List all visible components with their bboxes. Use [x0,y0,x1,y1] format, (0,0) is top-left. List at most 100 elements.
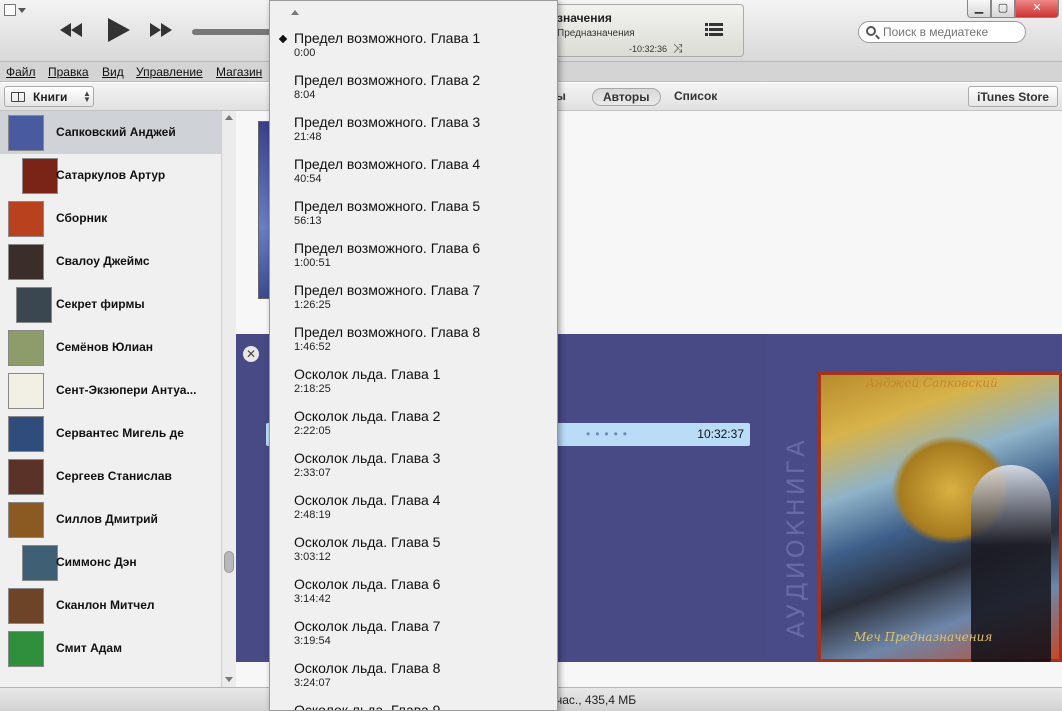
sidebar-item-author[interactable]: Симмонс Дэн [0,541,221,584]
tab-authors[interactable]: Авторы [592,88,661,106]
author-name: Сборник [56,211,108,225]
author-list-scrollbar[interactable] [221,111,236,687]
sidebar-item-author[interactable]: Силлов Дмитрий [0,498,221,541]
sidebar-item-author[interactable]: Сент-Экзюпери Антуа... [0,369,221,412]
chapter-item[interactable]: Предел возможного. Глава 4 40:54 [270,156,557,198]
tab-list[interactable]: Список [664,88,727,106]
author-thumbnail [8,244,44,280]
sidebar-item-author[interactable]: Свалоу Джеймс [0,240,221,283]
chapter-item[interactable]: Осколок льда. Глава 1 2:18:25 [270,366,557,408]
close-detail-icon[interactable]: ✕ [243,346,259,362]
chapter-item[interactable]: Предел возможного. Глава 5 56:13 [270,198,557,240]
now-playing-title: значения [557,11,612,25]
chapter-item[interactable]: Осколок льда. Глава 5 3:03:12 [270,534,557,576]
search-icon [866,26,876,36]
menu-controls[interactable]: Управление [136,65,203,79]
sidebar-item-author[interactable]: Смит Адам [0,627,221,670]
author-name: Сент-Экзюпери Антуа... [56,383,197,397]
sidebar-item-author[interactable]: Сервантес Мигель де [0,412,221,455]
chapter-item[interactable]: Осколок льда. Глава 6 3:14:42 [270,576,557,618]
chapter-title: Предел возможного. Глава 2 [294,72,481,88]
author-list: Сапковский Анджей Сатаркулов Артур Сборник… [0,111,221,687]
shuffle-icon[interactable]: ⤨ [673,41,683,56]
chapter-title: Осколок льда. Глава 3 [294,450,441,466]
play-button[interactable] [104,16,134,46]
chapter-item[interactable]: Осколок льда. Глава 4 2:48:19 [270,492,557,534]
up-next-list-icon[interactable] [705,23,723,37]
menu-file[interactable]: Файл [6,65,36,79]
chapter-title: Предел возможного. Глава 1 [294,30,481,46]
maximize-button[interactable]: ▢ [991,0,1015,18]
chapter-start-time: 1:00:51 [294,257,331,269]
chapter-title: Предел возможного. Глава 3 [294,114,481,130]
rewind-button[interactable] [58,16,90,44]
minimize-button[interactable]: ▁ [967,0,991,18]
fast-forward-button[interactable] [146,16,178,44]
chapter-title: Предел возможного. Глава 7 [294,282,481,298]
volume-slider[interactable] [192,29,272,35]
itunes-store-button[interactable]: iTunes Store [968,86,1058,107]
author-name: Секрет фирмы [56,297,145,311]
chapter-title: Осколок льда. Глава 5 [294,534,441,550]
chapter-item[interactable]: Осколок льда. Глава 8 3:24:07 [270,660,557,702]
scroll-up-icon[interactable] [225,115,233,120]
chapter-item[interactable]: Предел возможного. Глава 7 1:26:25 [270,282,557,324]
now-playing-display[interactable]: значения Предназначения -10:32:36 ⤨ [530,4,744,57]
author-thumbnail [8,330,44,366]
cover-illustration [818,372,1062,662]
sidebar-item-author[interactable]: Сборник [0,197,221,240]
chapter-title: Предел возможного. Глава 4 [294,156,481,172]
search-input[interactable] [883,24,1023,40]
chapter-item[interactable]: Осколок льда. Глава 7 3:19:54 [270,618,557,660]
author-thumbnail [22,545,58,581]
chapter-title: Предел возможного. Глава 8 [294,324,481,340]
sidebar-item-author[interactable]: Семёнов Юлиан [0,326,221,369]
cover-title: Меч Предназначения [854,630,993,644]
chapter-start-time: 3:14:42 [294,593,331,605]
author-name: Сергеев Станислав [56,469,172,483]
scroll-up-icon[interactable] [291,10,299,15]
author-thumbnail [8,416,44,452]
chapter-start-time: 1:46:52 [294,341,331,353]
close-window-button[interactable]: ✕ [1015,0,1059,18]
sidebar-item-author[interactable]: Сапковский Анджей [0,111,221,154]
scroll-down-icon[interactable] [225,677,233,682]
chapter-start-time: 40:54 [294,173,322,185]
chapter-title: Предел возможного. Глава 5 [294,198,481,214]
search-box[interactable] [858,21,1026,43]
album-cover: АУДИОКНИГА Анджей Сапковский Меч Предназ… [766,334,1062,662]
author-name: Сапковский Анджей [56,125,176,139]
chapter-start-time: 2:33:07 [294,467,331,479]
maximize-icon: ▢ [997,2,1009,14]
library-size-status: час., 435,4 МБ [556,693,637,707]
menu-store[interactable]: Магазин [216,65,262,79]
chapter-item[interactable]: Предел возможного. Глава 2 8:04 [270,72,557,114]
chapter-item[interactable]: Предел возможного. Глава 1 0:00 [270,30,557,72]
sidebar-item-author[interactable]: Сатаркулов Артур [0,154,221,197]
chapter-item[interactable]: Осколок льда. Глава 9 [270,702,557,710]
chapter-start-time: 0:00 [294,47,316,59]
remaining-time: -10:32:36 [629,44,668,54]
system-menu-icon[interactable] [4,4,28,18]
sidebar-item-author[interactable]: Сканлон Митчел [0,584,221,627]
sidebar-item-author[interactable]: Секрет фирмы [0,283,221,326]
chapter-item[interactable]: Предел возможного. Глава 3 21:48 [270,114,557,156]
menu-view[interactable]: Вид [102,65,124,79]
close-icon: ✕ [1032,2,1042,14]
menu-edit[interactable]: Правка [48,65,89,79]
author-thumbnail [16,287,52,323]
chapter-item[interactable]: Предел возможного. Глава 8 1:46:52 [270,324,557,366]
chapter-item[interactable]: Осколок льда. Глава 3 2:33:07 [270,450,557,492]
author-thumbnail [8,502,44,538]
scrollbar-thumb[interactable] [224,551,234,573]
chapter-item[interactable]: Предел возможного. Глава 6 1:00:51 [270,240,557,282]
chapter-start-time: 21:48 [294,131,322,143]
author-thumbnail [8,115,44,151]
library-selector[interactable]: Книги ▲ ▼ [4,86,94,107]
chapter-start-time: 1:26:25 [294,299,331,311]
now-playing-subtitle: Предназначения [557,28,635,39]
chapter-title: Осколок льда. Глава 7 [294,618,441,634]
sidebar-item-author[interactable]: Сергеев Станислав [0,455,221,498]
chapter-item[interactable]: Осколок льда. Глава 2 2:22:05 [270,408,557,450]
author-thumbnail [8,373,44,409]
